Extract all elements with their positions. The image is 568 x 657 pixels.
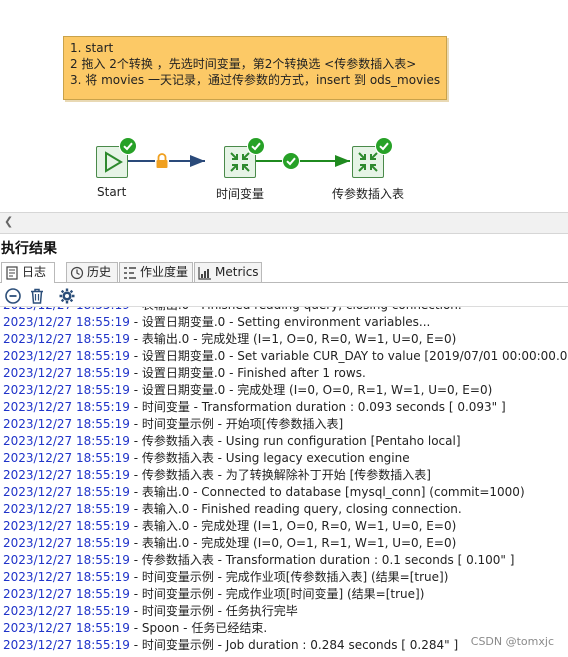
insert-step-label: 传参数插入表 — [332, 187, 405, 201]
log-timestamp: 2023/12/27 18:55:19 — [3, 349, 130, 363]
log-message: - Spoon - 任务已经结束. — [129, 621, 268, 635]
hop-arrowhead — [335, 155, 350, 167]
tab-history-label: 历史 — [87, 265, 112, 279]
log-message: - 时间变量示例 - 开始项[传参数插入表] — [129, 417, 344, 431]
log-message: - 传参数插入表 - Using run configuration [Pent… — [129, 434, 461, 448]
log-timestamp: 2023/12/27 18:55:19 — [3, 536, 130, 550]
log-line: 2023/12/27 18:55:19 - 设置日期变量.0 - Set var… — [3, 348, 568, 365]
log-line: 2023/12/27 18:55:19 - 传参数插入表 - Using run… — [3, 433, 568, 450]
log-line: 2023/12/27 18:55:19 - 时间变量 - Transformat… — [3, 399, 568, 416]
results-title: 执行结果 — [1, 241, 57, 257]
tab-history[interactable]: 历史 — [66, 262, 118, 282]
log-timestamp: 2023/12/27 18:55:19 — [3, 400, 130, 414]
log-panel[interactable]: 2023/12/27 18:55:19 - 表输出.0 - Finished r… — [0, 306, 568, 657]
log-line: 2023/12/27 18:55:19 - 传参数插入表 - Transform… — [3, 552, 568, 569]
log-message: - 传参数插入表 - Transformation duration : 0.1… — [129, 553, 515, 567]
log-line: 2023/12/27 18:55:19 - 设置日期变量.0 - 完成处理 (I… — [3, 382, 568, 399]
log-line: 2023/12/27 18:55:19 - 时间变量示例 - 完成作业项[时间变… — [3, 586, 568, 603]
collapse-left-icon[interactable]: ❮ — [4, 215, 13, 228]
log-line: 2023/12/27 18:55:19 - 时间变量示例 - 开始项[传参数插入… — [3, 416, 568, 433]
log-timestamp: 2023/12/27 18:55:19 — [3, 332, 130, 346]
log-line: 2023/12/27 18:55:19 - 表输入.0 - Finished r… — [3, 501, 568, 518]
log-timestamp: 2023/12/27 18:55:19 — [3, 519, 130, 533]
log-line: 2023/12/27 18:55:19 - 表输出.0 - Connected … — [3, 484, 568, 501]
tab-log[interactable]: 日志 — [1, 262, 55, 283]
log-message: - 表输出.0 - 完成处理 (I=1, O=0, R=0, W=1, U=0,… — [129, 332, 457, 346]
log-message: - 设置日期变量.0 - Set variable CUR_DAY to val… — [129, 349, 568, 363]
watermark: CSDN @tomxjc — [470, 635, 554, 648]
log-message: - 表输出.0 - Finished reading query, closin… — [130, 307, 462, 312]
log-line: 2023/12/27 18:55:19 - 表输入.0 - 完成处理 (I=1,… — [3, 518, 568, 535]
log-timestamp: 2023/12/27 18:55:19 — [3, 570, 130, 584]
log-timestamp: 2023/12/27 18:55:19 — [3, 434, 130, 448]
stop-icon[interactable] — [4, 287, 22, 305]
log-message: - 时间变量示例 - 完成作业项[传参数插入表] (结果=[true]) — [129, 570, 449, 584]
log-line: 2023/12/27 18:55:19 - 传参数插入表 - Using leg… — [3, 450, 568, 467]
log-message: - 表输出.0 - 完成处理 (I=0, O=1, R=1, W=1, U=0,… — [129, 536, 457, 550]
log-line: 2023/12/27 18:55:19 - 时间变量示例 - 完成作业项[传参数… — [3, 569, 568, 586]
log-timestamp: 2023/12/27 18:55:19 — [3, 366, 130, 380]
log-message: - 设置日期变量.0 - Setting environment variabl… — [129, 315, 431, 329]
log-timestamp: 2023/12/27 18:55:19 — [3, 315, 130, 329]
history-icon — [70, 266, 84, 280]
success-icon — [120, 138, 136, 154]
log-message: - 表输入.0 - Finished reading query, closin… — [129, 502, 462, 516]
metrics-chart-icon — [198, 267, 211, 280]
log-timestamp: 2023/12/27 18:55:19 — [3, 468, 130, 482]
log-line: 2023/12/27 18:55:19 - 表输出.0 - Finished r… — [3, 307, 568, 314]
log-timestamp: 2023/12/27 18:55:19 — [3, 604, 130, 618]
time-var-step-label: 时间变量 — [216, 187, 265, 201]
settings-gear-icon[interactable] — [58, 287, 76, 305]
log-timestamp: 2023/12/27 18:55:19 — [3, 383, 130, 397]
log-line: 2023/12/27 18:55:19 - 设置日期变量.0 - Setting… — [3, 314, 568, 331]
metrics-list-icon — [124, 267, 136, 279]
tab-metrics[interactable]: Metrics — [194, 262, 262, 282]
log-message: - 设置日期变量.0 - Finished after 1 rows. — [129, 366, 366, 380]
clear-trash-icon[interactable] — [28, 287, 46, 305]
tab-job-metrics[interactable]: 作业度量 — [119, 262, 193, 282]
log-line: 2023/12/27 18:55:19 - 时间变量示例 - 任务执行完毕 — [3, 603, 568, 620]
success-icon — [248, 138, 264, 154]
log-timestamp: 2023/12/27 18:55:19 — [3, 621, 130, 635]
log-timestamp: 2023/12/27 18:55:19 — [3, 502, 130, 516]
hops-layer — [128, 155, 350, 167]
lock-icon[interactable] — [155, 152, 169, 169]
results-tabs: 日志 历史 作业度量 Metrics — [0, 261, 568, 283]
log-message: - 表输出.0 - Connected to database [mysql_c… — [129, 485, 525, 499]
log-message: - 传参数插入表 - Using legacy execution engine — [129, 451, 410, 465]
log-message: - 时间变量 - Transformation duration : 0.093… — [129, 400, 506, 414]
log-line: 2023/12/27 18:55:19 - 传参数插入表 - 为了转换解除补丁开… — [3, 467, 568, 484]
log-lines: 2023/12/27 18:55:19 - 表输出.0 - Finished r… — [3, 307, 568, 654]
log-icon — [6, 266, 18, 280]
log-message: - 时间变量示例 - 任务执行完毕 — [129, 604, 298, 618]
hop-arrowhead — [190, 155, 205, 167]
tab-job-metrics-label: 作业度量 — [140, 265, 189, 279]
log-timestamp: 2023/12/27 18:55:19 — [3, 485, 130, 499]
log-message: - 设置日期变量.0 - 完成处理 (I=0, O=0, R=1, W=1, U… — [129, 383, 493, 397]
log-message: - 表输入.0 - 完成处理 (I=1, O=0, R=0, W=1, U=0,… — [129, 519, 457, 533]
results-toolbar — [0, 284, 568, 306]
success-icon[interactable] — [283, 153, 299, 169]
log-timestamp: 2023/12/27 18:55:19 — [3, 638, 130, 652]
log-timestamp: 2023/12/27 18:55:19 — [3, 587, 130, 601]
tab-log-label: 日志 — [22, 265, 47, 279]
log-line: 2023/12/27 18:55:19 - 表输出.0 - 完成处理 (I=1,… — [3, 331, 568, 348]
log-message: - 时间变量示例 - Job duration : 0.284 seconds … — [129, 638, 459, 652]
pane-divider[interactable]: ❮ — [0, 212, 568, 234]
success-icon — [376, 138, 392, 154]
log-timestamp: 2023/12/27 18:55:19 — [3, 417, 130, 431]
log-message: - 传参数插入表 - 为了转换解除补丁开始 [传参数插入表] — [129, 468, 431, 482]
job-canvas[interactable]: 1. start 2 拖入 2个转换 ，先选时间变量，第2个转换选 <传参数插入… — [0, 0, 568, 212]
log-line: 2023/12/27 18:55:19 - 表输出.0 - 完成处理 (I=0,… — [3, 535, 568, 552]
log-message: - 时间变量示例 - 完成作业项[时间变量] (结果=[true]) — [129, 587, 425, 601]
log-line: 2023/12/27 18:55:19 - 设置日期变量.0 - Finishe… — [3, 365, 568, 382]
log-timestamp: 2023/12/27 18:55:19 — [3, 553, 130, 567]
tab-metrics-label: Metrics — [215, 265, 259, 279]
log-timestamp: 2023/12/27 18:55:19 — [3, 451, 130, 465]
start-step-label: Start — [97, 185, 127, 199]
log-timestamp: 2023/12/27 18:55:19 — [3, 307, 130, 312]
